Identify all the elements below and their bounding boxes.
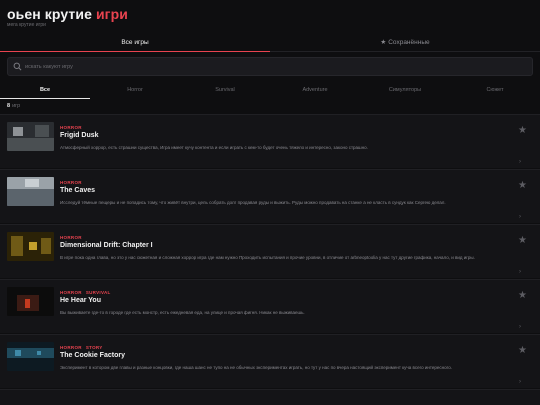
category-adventure[interactable]: Adventure bbox=[270, 82, 360, 99]
chevron-right-icon[interactable]: › bbox=[519, 269, 521, 275]
tag: HORROR bbox=[60, 345, 82, 350]
game-thumbnail bbox=[7, 122, 54, 151]
game-count-suffix: игр bbox=[12, 103, 21, 109]
game-thumbnail bbox=[7, 177, 54, 206]
game-title: Frigid Dusk bbox=[60, 132, 99, 139]
thumbnail-image bbox=[7, 177, 54, 206]
game-tags: HORROR SURVIVAL bbox=[60, 290, 111, 295]
game-card[interactable]: HORROR The Caves Исследуй тёмные пещеры … bbox=[0, 169, 540, 223]
tab-all-games[interactable]: Все игры bbox=[0, 34, 270, 52]
game-thumbnail bbox=[7, 342, 54, 371]
game-card[interactable]: HORROR Dimensional Drift: Chapter I В иг… bbox=[0, 224, 540, 278]
favorite-star-icon[interactable]: ★ bbox=[517, 125, 528, 136]
game-title: The Cookie Factory bbox=[60, 352, 125, 359]
header: оьен крутие игри мега крутие игри bbox=[0, 0, 540, 34]
tag: HORROR bbox=[60, 180, 82, 185]
favorite-star-icon[interactable]: ★ bbox=[517, 235, 528, 246]
game-card-partial[interactable] bbox=[0, 389, 540, 405]
search-input[interactable] bbox=[25, 59, 525, 74]
game-title: The Caves bbox=[60, 187, 96, 194]
game-thumbnail bbox=[7, 232, 54, 261]
main-tabs: Все игры ★ Сохранённые bbox=[0, 34, 540, 52]
favorite-star-icon[interactable]: ★ bbox=[517, 345, 528, 356]
search-bar bbox=[7, 57, 533, 76]
game-tags: HORROR bbox=[60, 125, 82, 130]
game-tags: HORROR bbox=[60, 180, 82, 185]
category-survival[interactable]: Survival bbox=[180, 82, 270, 99]
game-description: Вы выживаете где-то в городе где есть мо… bbox=[60, 310, 305, 315]
title-main-text: оьен крутие bbox=[7, 6, 96, 22]
game-count-number: 8 bbox=[7, 103, 11, 109]
game-description: Эксперимент в котором две главы и разные… bbox=[60, 365, 452, 370]
page-subtitle: мега крутие игри bbox=[7, 22, 46, 28]
thumbnail-image bbox=[7, 122, 54, 151]
category-all[interactable]: Все bbox=[0, 82, 90, 99]
page-title: оьен крутие игри bbox=[7, 6, 128, 22]
game-thumbnail bbox=[7, 287, 54, 316]
favorite-star-icon[interactable]: ★ bbox=[517, 290, 528, 301]
category-horror[interactable]: Horror bbox=[90, 82, 180, 99]
game-card[interactable]: HORROR Frigid Dusk Атмосферный хоррор, е… bbox=[0, 114, 540, 168]
thumbnail-image bbox=[7, 342, 54, 371]
tag: SURVIVAL bbox=[85, 290, 111, 295]
chevron-right-icon[interactable]: › bbox=[519, 379, 521, 385]
tag: HORROR bbox=[60, 235, 82, 240]
thumbnail-image bbox=[7, 287, 54, 316]
title-accent-text: игри bbox=[95, 6, 128, 22]
game-title: Dimensional Drift: Chapter I bbox=[60, 242, 153, 249]
category-story[interactable]: Сюжет bbox=[450, 82, 540, 99]
chevron-right-icon[interactable]: › bbox=[519, 214, 521, 220]
game-card[interactable]: HORROR SURVIVAL He Hear You Вы выживаете … bbox=[0, 279, 540, 333]
tab-all-games-label: Все игры bbox=[121, 39, 149, 46]
thumbnail-image bbox=[7, 232, 54, 261]
tab-saved[interactable]: ★ Сохранённые bbox=[270, 34, 540, 52]
category-tabs: Все Horror Survival Adventure Симуляторы… bbox=[0, 82, 540, 99]
game-description: Атмосферный хоррор, есть страшни существ… bbox=[60, 145, 368, 150]
game-count: 8 игр bbox=[7, 103, 20, 109]
category-simulators[interactable]: Симуляторы bbox=[360, 82, 450, 99]
favorite-star-icon[interactable]: ★ bbox=[517, 180, 528, 191]
game-title: He Hear You bbox=[60, 297, 101, 304]
chevron-right-icon[interactable]: › bbox=[519, 324, 521, 330]
game-tags: HORROR STORY bbox=[60, 345, 103, 350]
game-tags: HORROR bbox=[60, 235, 82, 240]
star-icon: ★ bbox=[380, 39, 387, 46]
chevron-right-icon[interactable]: › bbox=[519, 159, 521, 165]
tab-saved-label: Сохранённые bbox=[388, 39, 430, 46]
game-card[interactable]: HORROR STORY The Cookie Factory Экспериме… bbox=[0, 334, 540, 388]
tag: STORY bbox=[85, 345, 103, 350]
game-description: В игре пока одна глава, но это у нас сюж… bbox=[60, 255, 475, 260]
tag: HORROR bbox=[60, 290, 82, 295]
search-icon bbox=[13, 62, 22, 71]
game-description: Исследуй тёмные пещеры и не попадись том… bbox=[60, 200, 446, 205]
tag: HORROR bbox=[60, 125, 82, 130]
